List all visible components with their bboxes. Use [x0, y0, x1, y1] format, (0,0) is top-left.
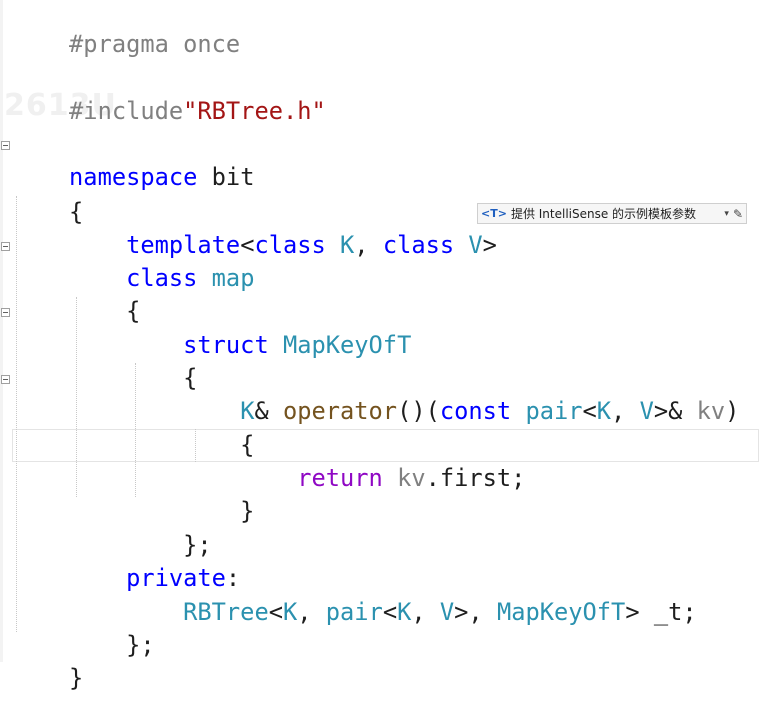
type-name: RBTree — [183, 598, 269, 626]
fold-toggle-icon[interactable] — [1, 375, 10, 384]
type-name: pair — [325, 598, 383, 626]
code-line-4[interactable]: { — [12, 163, 83, 226]
hint-text: 提供 IntelliSense 的示例模板参数 — [510, 207, 697, 221]
include-string: "RBTree.h" — [183, 97, 326, 125]
struct-name: MapKeyOfT — [496, 598, 626, 626]
keyword: class — [254, 231, 326, 259]
code-line-11[interactable]: { — [12, 396, 254, 459]
code-line-3[interactable]: namespace bit — [12, 128, 254, 191]
fold-toggle-icon[interactable] — [1, 242, 10, 251]
code-line-17[interactable]: }; — [12, 596, 155, 659]
template-param: K — [282, 598, 298, 626]
class-name: map — [211, 264, 255, 292]
type-name: pair — [525, 397, 583, 425]
template-icon: <T> — [481, 207, 507, 220]
code-line-6[interactable]: class map — [12, 229, 254, 292]
code-line-1[interactable]: #pragma once — [12, 0, 240, 58]
code-line-9[interactable]: { — [12, 329, 197, 392]
keyword: namespace — [69, 163, 198, 191]
chevron-down-icon[interactable]: ▾ — [724, 209, 729, 219]
preprocessor-directive: #include — [69, 97, 184, 125]
preprocessor-directive: #pragma once — [69, 30, 241, 58]
intellisense-template-hint[interactable]: <T> 提供 IntelliSense 的示例模板参数 ▾ ✎ — [477, 203, 747, 224]
code-line-7[interactable]: { — [12, 262, 140, 325]
keyword: const — [439, 397, 512, 425]
code-line-2[interactable]: #include"RBTree.h" — [12, 62, 326, 125]
code-line-18[interactable]: } — [12, 629, 83, 692]
fold-toggle-icon[interactable] — [1, 308, 10, 317]
template-param: K — [596, 397, 612, 425]
template-param: V — [439, 598, 455, 626]
struct-name: MapKeyOfT — [282, 331, 412, 359]
keyword: class — [382, 231, 455, 259]
template-param: K — [340, 231, 355, 259]
template-param: V — [639, 397, 654, 425]
editor-margin — [0, 0, 3, 662]
code-line-13[interactable]: } — [12, 462, 254, 525]
parameter-name: kv — [696, 397, 726, 425]
code-line-15[interactable]: private: — [12, 529, 240, 592]
code-editor[interactable]: 2613U #pragma once #include"RBTree.h" na… — [0, 0, 759, 692]
code-line-14[interactable]: }; — [12, 496, 212, 559]
operator-name: operator — [282, 397, 398, 425]
template-param: V — [468, 231, 483, 259]
fold-toggle-icon[interactable] — [1, 141, 10, 150]
code-line-16[interactable]: RBTree<K, pair<K, V>, MapKeyOfT> _t; — [12, 563, 696, 626]
namespace-name: bit — [197, 163, 255, 191]
code-line-5[interactable]: template<class K, class V> — [12, 196, 497, 259]
pencil-icon[interactable]: ✎ — [733, 207, 743, 221]
code-line-8[interactable]: struct MapKeyOfT — [12, 296, 411, 359]
brace: } — [69, 664, 84, 692]
keyword: return — [297, 464, 383, 492]
code-line-10[interactable]: K& operator()(const pair<K, V>& kv) — [12, 362, 739, 425]
parameter-name: kv — [397, 464, 426, 492]
code-line-12[interactable]: return kv.first; — [12, 429, 525, 492]
template-param: K — [397, 598, 412, 626]
